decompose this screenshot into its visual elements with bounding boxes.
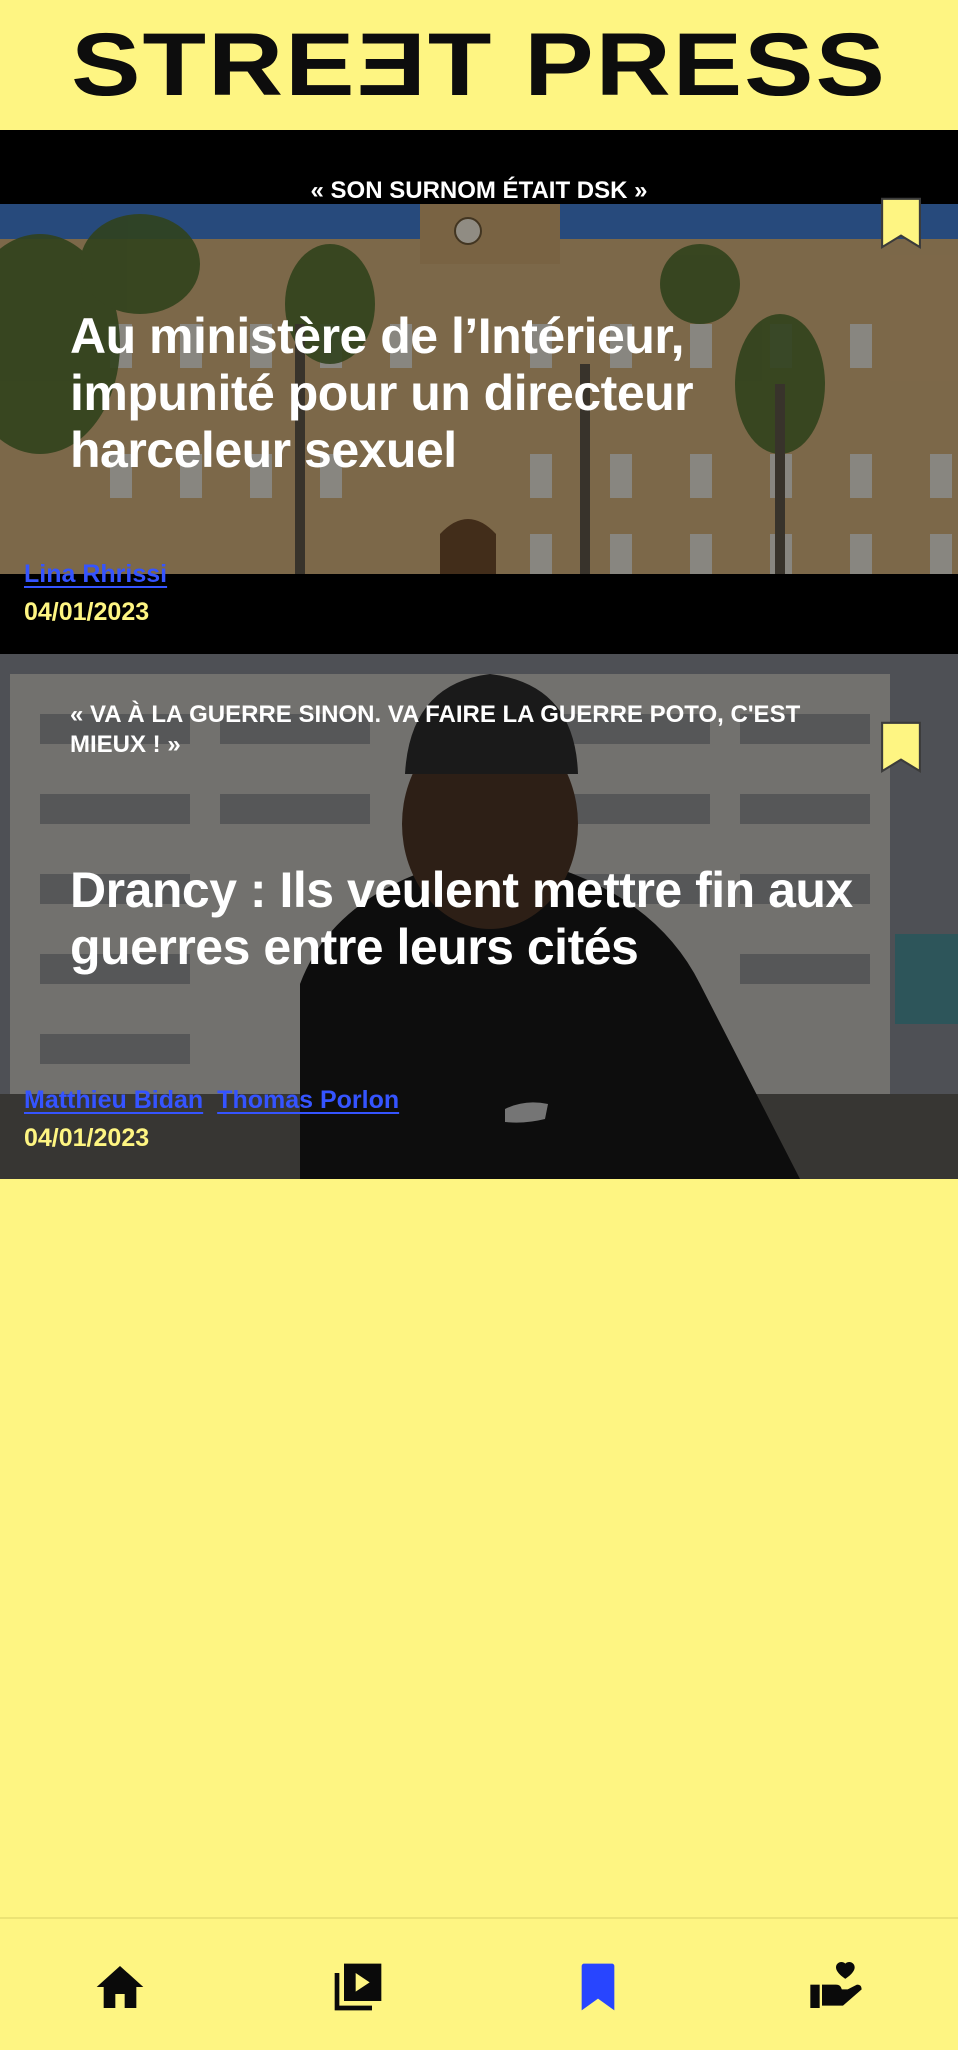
bookmark-icon[interactable] <box>880 720 922 774</box>
article-kicker: « SON SURNOM ÉTAIT DSK » <box>310 177 648 204</box>
article-card[interactable]: « SON SURNOM ÉTAIT DSK » Au ministère de… <box>0 130 958 654</box>
article-date: 04/01/2023 <box>24 1124 150 1152</box>
author-link[interactable]: Thomas Porlon <box>217 1086 399 1115</box>
app-header: STREƎT PRESS <box>0 0 958 130</box>
article-title[interactable]: Au ministère de l’Intérieur, impunité po… <box>70 308 790 479</box>
article-date: 04/01/2023 <box>24 598 150 626</box>
bookmark-icon[interactable] <box>880 196 922 250</box>
article-authors: Matthieu Bidan Thomas Porlon <box>24 1086 399 1115</box>
donate-heart-icon[interactable] <box>808 1959 864 2015</box>
street-press-logo[interactable]: STREƎT PRESS <box>71 20 887 109</box>
article-authors: Lina Rhrissi <box>24 560 167 589</box>
video-library-icon[interactable] <box>330 1959 386 2015</box>
bottom-navigation <box>0 1917 958 2050</box>
article-kicker: « VA À LA GUERRE SINON. VA FAIRE LA GUER… <box>70 701 801 758</box>
article-title[interactable]: Drancy : Ils veulent mettre fin aux guer… <box>70 862 860 976</box>
bookmark-icon[interactable] <box>570 1959 626 2015</box>
author-link[interactable]: Matthieu Bidan <box>24 1086 203 1115</box>
home-icon[interactable] <box>92 1959 148 2015</box>
article-card[interactable]: « VA À LA GUERRE SINON. VA FAIRE LA GUER… <box>0 654 958 1179</box>
author-link[interactable]: Lina Rhrissi <box>24 560 167 589</box>
